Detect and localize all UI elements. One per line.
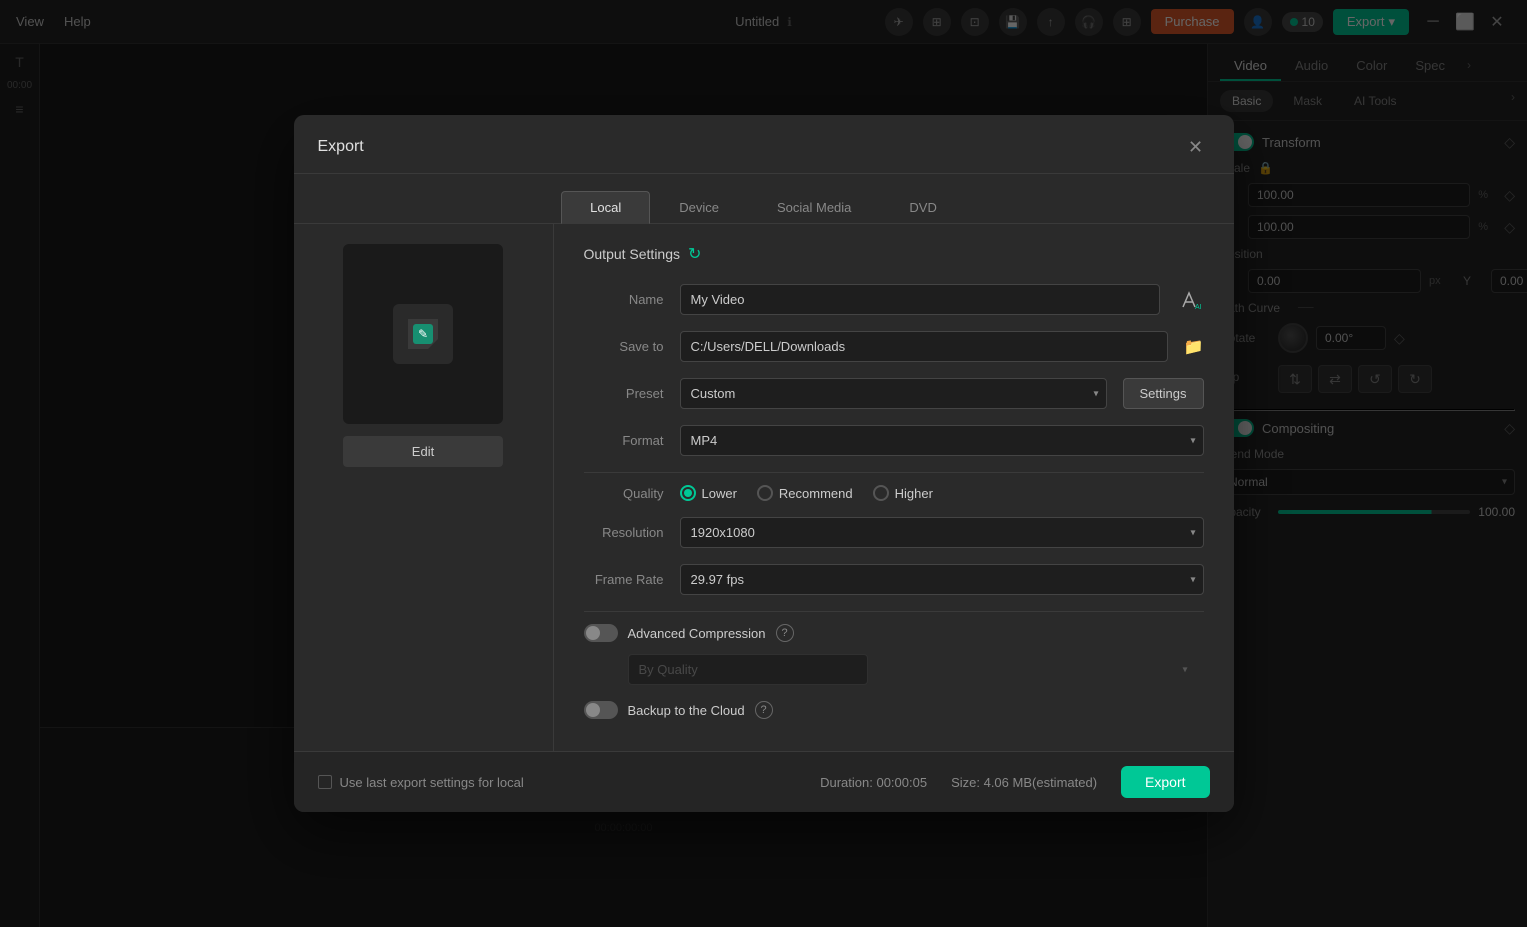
- frame-rate-select[interactable]: 29.97 fps 24 fps 30 fps 60 fps: [680, 564, 1204, 595]
- dialog-preview: ✎ Edit: [294, 224, 554, 751]
- dialog-tabs: Local Device Social Media DVD: [294, 174, 1234, 224]
- advanced-compression-help-icon[interactable]: ?: [776, 624, 794, 642]
- format-select[interactable]: MP4 MOV AVI: [680, 425, 1204, 456]
- quality-lower-radio-fill: [684, 489, 692, 497]
- last-settings-checkbox[interactable]: [318, 775, 332, 789]
- svg-text:✎: ✎: [418, 327, 428, 341]
- last-settings-checkbox-row: Use last export settings for local: [318, 775, 524, 790]
- resolution-label: Resolution: [584, 525, 664, 540]
- last-settings-label: Use last export settings for local: [340, 775, 524, 790]
- advanced-compression-row: Advanced Compression ?: [584, 624, 1204, 642]
- by-quality-select: By Quality: [628, 654, 868, 685]
- quality-label: Quality: [584, 486, 664, 501]
- svg-text:AI: AI: [1195, 304, 1201, 311]
- frame-rate-select-wrapper: 29.97 fps 24 fps 30 fps 60 fps ▾: [680, 564, 1204, 595]
- save-to-input[interactable]: [680, 331, 1168, 362]
- dialog-tab-social[interactable]: Social Media: [748, 191, 880, 224]
- export-dialog: Export ✕ Local Device Social Media DVD ✎: [294, 115, 1234, 812]
- quality-higher-radio[interactable]: [873, 485, 889, 501]
- preview-thumbnail: ✎: [343, 244, 503, 424]
- preset-row: Preset Custom ▾ Settings: [584, 378, 1204, 409]
- folder-icon[interactable]: 📁: [1184, 337, 1204, 357]
- quality-recommend-radio[interactable]: [757, 485, 773, 501]
- frame-rate-row: Frame Rate 29.97 fps 24 fps 30 fps 60 fp…: [584, 564, 1204, 595]
- dialog-close-button[interactable]: ✕: [1182, 133, 1210, 161]
- advanced-compression-toggle[interactable]: [584, 624, 618, 642]
- quality-higher-label: Higher: [895, 486, 933, 501]
- name-row: Name AI: [584, 284, 1204, 315]
- refresh-icon[interactable]: ↻: [688, 244, 701, 264]
- footer-info: Duration: 00:00:05 Size: 4.06 MB(estimat…: [820, 766, 1209, 798]
- preview-thumb-icon: ✎: [393, 304, 453, 364]
- quality-lower-radio[interactable]: [680, 485, 696, 501]
- backup-cloud-label: Backup to the Cloud: [628, 703, 745, 718]
- name-input[interactable]: [680, 284, 1160, 315]
- edit-button[interactable]: Edit: [343, 436, 503, 467]
- format-row: Format MP4 MOV AVI ▾: [584, 425, 1204, 456]
- dialog-body: ✎ Edit Output Settings ↻ Name: [294, 224, 1234, 751]
- quality-higher-option[interactable]: Higher: [873, 485, 933, 501]
- quality-row: Quality Lower Recommend: [584, 485, 1204, 501]
- save-to-label: Save to: [584, 339, 664, 354]
- preset-label: Preset: [584, 386, 664, 401]
- backup-cloud-toggle[interactable]: [584, 701, 618, 719]
- settings-divider-1: [584, 472, 1204, 473]
- export-final-button[interactable]: Export: [1121, 766, 1209, 798]
- ai-rename-icon[interactable]: AI: [1176, 286, 1204, 314]
- quality-lower-option[interactable]: Lower: [680, 485, 737, 501]
- dialog-title: Export: [318, 138, 364, 156]
- dialog-tab-local[interactable]: Local: [561, 191, 650, 224]
- dialog-footer: Use last export settings for local Durat…: [294, 751, 1234, 812]
- quality-lower-label: Lower: [702, 486, 737, 501]
- dialog-settings: Output Settings ↻ Name AI: [554, 224, 1234, 751]
- resolution-select-wrapper: 1920x1080 1280x720 3840x2160 ▾: [680, 517, 1204, 548]
- resolution-select[interactable]: 1920x1080 1280x720 3840x2160: [680, 517, 1204, 548]
- settings-button[interactable]: Settings: [1123, 378, 1204, 409]
- quality-options: Lower Recommend Higher: [680, 485, 933, 501]
- preset-select[interactable]: Custom: [680, 378, 1107, 409]
- dialog-header: Export ✕: [294, 115, 1234, 174]
- quality-recommend-label: Recommend: [779, 486, 853, 501]
- duration-stat: Duration: 00:00:05: [820, 775, 927, 790]
- dialog-tab-device[interactable]: Device: [650, 191, 748, 224]
- by-quality-chevron-icon: ▾: [1182, 664, 1187, 675]
- backup-cloud-help-icon[interactable]: ?: [755, 701, 773, 719]
- size-stat: Size: 4.06 MB(estimated): [951, 775, 1097, 790]
- format-label: Format: [584, 433, 664, 448]
- output-settings-header: Output Settings ↻: [584, 244, 1204, 264]
- advanced-compression-label: Advanced Compression: [628, 626, 766, 641]
- quality-recommend-option[interactable]: Recommend: [757, 485, 853, 501]
- settings-divider-2: [584, 611, 1204, 612]
- frame-rate-label: Frame Rate: [584, 572, 664, 587]
- dialog-overlay: Export ✕ Local Device Social Media DVD ✎: [0, 0, 1527, 927]
- backup-cloud-row: Backup to the Cloud ?: [584, 701, 1204, 719]
- output-settings-label: Output Settings: [584, 246, 681, 262]
- dialog-tab-dvd[interactable]: DVD: [880, 191, 965, 224]
- save-to-row: Save to 📁: [584, 331, 1204, 362]
- format-select-wrapper: MP4 MOV AVI ▾: [680, 425, 1204, 456]
- resolution-row: Resolution 1920x1080 1280x720 3840x2160 …: [584, 517, 1204, 548]
- preset-select-wrapper: Custom ▾: [680, 378, 1107, 409]
- name-label: Name: [584, 292, 664, 307]
- by-quality-wrapper: By Quality ▾: [584, 654, 1204, 685]
